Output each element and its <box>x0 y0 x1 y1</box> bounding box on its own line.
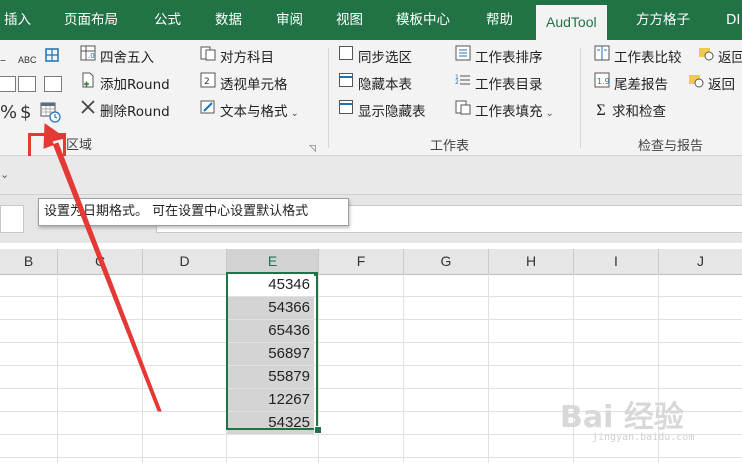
annotation-arrow <box>43 123 162 412</box>
